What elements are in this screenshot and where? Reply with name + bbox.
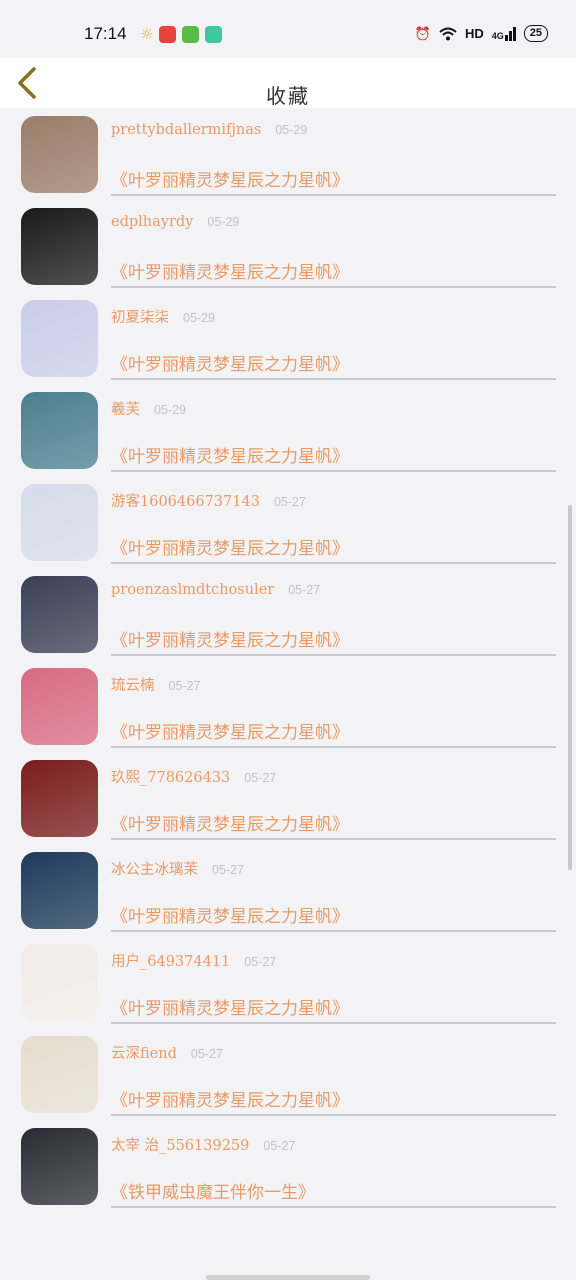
divider [111, 1206, 556, 1208]
date-label: 05-27 [263, 1139, 296, 1153]
date-label: 05-27 [244, 955, 277, 969]
favorite-title[interactable]: 《铁甲威虫魔王伴你一生》 [111, 1178, 315, 1203]
divider [111, 930, 556, 932]
user-avatar[interactable] [21, 484, 98, 561]
list-item[interactable]: 羲芙 05-29 《叶罗丽精灵梦星辰之力星帆》 [0, 383, 576, 475]
status-time: 17:14 [84, 24, 127, 43]
user-avatar[interactable] [21, 1128, 98, 1205]
user-avatar[interactable] [21, 116, 98, 193]
wifi-icon [439, 27, 457, 40]
favorite-title[interactable]: 《叶罗丽精灵梦星辰之力星帆》 [111, 166, 349, 191]
weather-icon: ☼ [140, 25, 154, 43]
user-avatar[interactable] [21, 760, 98, 837]
alarm-icon: ⏰ [414, 25, 431, 41]
divider [111, 378, 556, 380]
favorite-title[interactable]: 《叶罗丽精灵梦星辰之力星帆》 [111, 810, 349, 835]
divider [111, 1022, 556, 1024]
favorite-title[interactable]: 《叶罗丽精灵梦星辰之力星帆》 [111, 902, 349, 927]
favorite-title[interactable]: 《叶罗丽精灵梦星辰之力星帆》 [111, 994, 349, 1019]
list-item[interactable]: proenzaslmdtchosuler 05-27 《叶罗丽精灵梦星辰之力星帆》 [0, 567, 576, 659]
username[interactable]: prettybdallermifjnas 05-29 [111, 122, 307, 138]
divider [111, 1114, 556, 1116]
username[interactable]: 用户_649374411 05-27 [111, 950, 276, 971]
user-avatar[interactable] [21, 852, 98, 929]
list-item[interactable]: 琉云楠 05-27 《叶罗丽精灵梦星辰之力星帆》 [0, 659, 576, 751]
date-label: 05-27 [168, 679, 201, 693]
list-item[interactable]: 游客1606466737143 05-27 《叶罗丽精灵梦星辰之力星帆》 [0, 475, 576, 567]
user-avatar[interactable] [21, 208, 98, 285]
list-item[interactable]: 云深fiend 05-27 《叶罗丽精灵梦星辰之力星帆》 [0, 1027, 576, 1119]
signal-icon: 4G [492, 26, 516, 41]
favorite-title[interactable]: 《叶罗丽精灵梦星辰之力星帆》 [111, 442, 349, 467]
system-status: ⏰ HD 4G 25 [415, 25, 548, 42]
date-label: 05-27 [288, 583, 321, 597]
network-type: HD [464, 26, 484, 41]
date-label: 05-27 [212, 863, 244, 877]
username[interactable]: 云深fiend 05-27 [111, 1042, 223, 1063]
header-bar: 收藏 [0, 58, 576, 108]
battery-indicator: 25 [523, 25, 548, 42]
notification-icons: ☼ [140, 25, 223, 43]
date-label: 05-27 [190, 1047, 223, 1061]
list-item[interactable]: prettybdallermifjnas 05-29 《叶罗丽精灵梦星辰之力星帆》 [0, 108, 576, 199]
app-notification-icon [159, 26, 177, 43]
user-avatar[interactable] [21, 576, 98, 653]
divider [111, 286, 556, 288]
favorite-title[interactable]: 《叶罗丽精灵梦星辰之力星帆》 [111, 350, 349, 375]
favorite-title[interactable]: 《叶罗丽精灵梦星辰之力星帆》 [111, 718, 349, 743]
favorite-title[interactable]: 《叶罗丽精灵梦星辰之力星帆》 [111, 1086, 349, 1111]
status-bar: 17:14 ☼ ⏰ HD 4G 25 [0, 0, 576, 58]
username[interactable]: 冰公主冰璃茉 05-27 [111, 858, 244, 879]
date-label: 05-27 [244, 771, 277, 785]
date-label: 05-29 [154, 403, 186, 417]
date-label: 05-29 [207, 215, 240, 229]
username[interactable]: 琉云楠 05-27 [111, 674, 200, 695]
user-avatar[interactable] [21, 300, 98, 377]
username[interactable]: 太宰 治_556139259 05-27 [111, 1134, 295, 1155]
username[interactable]: 羲芙 05-29 [111, 398, 186, 419]
date-label: 05-29 [275, 123, 308, 137]
username[interactable]: 游客1606466737143 05-27 [111, 490, 306, 511]
user-avatar[interactable] [21, 944, 98, 1021]
home-indicator[interactable] [206, 1275, 370, 1280]
user-avatar[interactable] [21, 392, 98, 469]
user-avatar[interactable] [21, 668, 98, 745]
favorite-title[interactable]: 《叶罗丽精灵梦星辰之力星帆》 [111, 534, 349, 559]
list-item[interactable]: 太宰 治_556139259 05-27 《铁甲威虫魔王伴你一生》 [0, 1119, 576, 1211]
username[interactable]: edplhayrdy 05-29 [111, 214, 239, 230]
date-label: 05-29 [183, 311, 215, 325]
favorites-list: 《叶罗丽精灵梦星辰之力星帆》 prettybdallermifjnas05-29 《… [0, 108, 576, 1280]
divider [111, 654, 556, 656]
scrollbar[interactable] [568, 505, 572, 870]
list-item[interactable]: 玖熙_778626433 05-27 《叶罗丽精灵梦星辰之力星帆》 [0, 751, 576, 843]
divider [111, 746, 556, 748]
favorite-title[interactable]: 《叶罗丽精灵梦星辰之力星帆》 [111, 258, 349, 283]
username[interactable]: 初夏柒柒 05-29 [111, 306, 215, 327]
list-item[interactable]: edplhayrdy 05-29 《叶罗丽精灵梦星辰之力星帆》 [0, 199, 576, 291]
divider [111, 838, 556, 840]
username[interactable]: proenzaslmdtchosuler 05-27 [111, 582, 320, 598]
divider [111, 194, 556, 196]
list-item[interactable]: 初夏柒柒 05-29 《叶罗丽精灵梦星辰之力星帆》 [0, 291, 576, 383]
list-item[interactable]: 用户_649374411 05-27 《叶罗丽精灵梦星辰之力星帆》 [0, 935, 576, 1027]
user-avatar[interactable] [21, 1036, 98, 1113]
favorite-title[interactable]: 《叶罗丽精灵梦星辰之力星帆》 [111, 626, 349, 651]
divider [111, 470, 556, 472]
app-notification-icon [205, 26, 223, 43]
app-notification-icon [182, 26, 200, 43]
username[interactable]: 玖熙_778626433 05-27 [111, 766, 276, 787]
divider [111, 562, 556, 564]
page-title: 收藏 [266, 84, 310, 108]
date-label: 05-27 [273, 495, 306, 509]
list-item[interactable]: 冰公主冰璃茉 05-27 《叶罗丽精灵梦星辰之力星帆》 [0, 843, 576, 935]
